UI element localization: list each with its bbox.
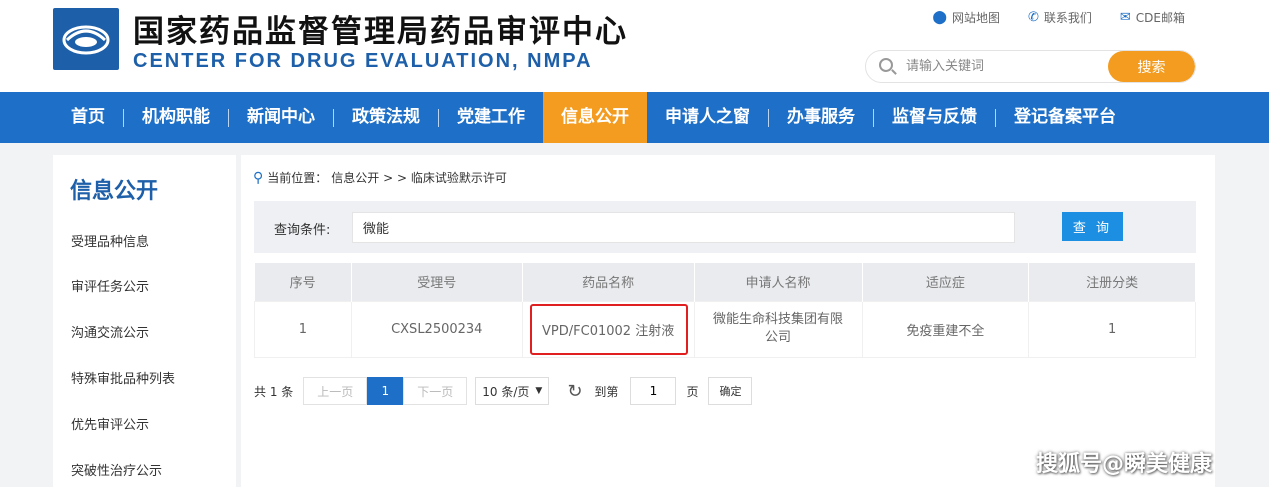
cell-drug-name: VPD/FC01002 注射液 — [521, 300, 695, 358]
cell-acceptance-no: CXSL2500234 — [350, 300, 523, 358]
query-panel: 查询条件: 查 询 — [254, 201, 1196, 253]
site-header: 国家药品监督管理局药品审评中心 CENTER FOR DRUG EVALUATI… — [0, 0, 1269, 92]
breadcrumb: ⚲ 当前位置： 信息公开 > > 临床试验默示许可 — [253, 169, 507, 186]
page-suffix: 页 — [686, 384, 699, 399]
watermark: 搜狐号@瞬美健康 — [1036, 452, 1213, 477]
cell-indication: 免疫重建不全 — [861, 300, 1030, 358]
nav-item-home[interactable]: 首页 — [53, 92, 123, 143]
col-header-applicant: 申请人名称 — [694, 263, 863, 301]
query-label: 查询条件: — [274, 223, 331, 238]
location-pin-icon: ⚲ — [253, 169, 264, 186]
nav-item-services[interactable]: 办事服务 — [769, 92, 873, 143]
applicant-text: 微能生命科技集团有限公司 — [713, 312, 844, 345]
nav-item-applicant[interactable]: 申请人之窗 — [647, 92, 768, 143]
breadcrumb-prefix: 当前位置： — [267, 171, 328, 185]
sidebar-item-review-tasks[interactable]: 审评任务公示 — [71, 276, 149, 295]
query-input[interactable] — [352, 212, 1015, 243]
nav-item-policy[interactable]: 政策法规 — [334, 92, 438, 143]
mail-link[interactable]: ✉ CDE邮箱 — [1120, 9, 1185, 26]
top-links: ⬤ 网站地图 ✆ 联系我们 ✉ CDE邮箱 — [932, 9, 1185, 26]
nav-item-info-disclosure[interactable]: 信息公开 — [543, 92, 647, 143]
main-content: ⚲ 当前位置： 信息公开 > > 临床试验默示许可 查询条件: 查 询 序号 受… — [241, 155, 1215, 487]
contact-link[interactable]: ✆ 联系我们 — [1028, 9, 1092, 26]
cell-index: 1 — [254, 300, 352, 358]
mail-icon: ✉ — [1119, 10, 1131, 25]
mail-link-label: CDE邮箱 — [1135, 11, 1185, 25]
sidebar-item-priority-review[interactable]: 优先审评公示 — [71, 414, 149, 433]
sitemap-link-label: 网站地图 — [951, 11, 1000, 25]
nav-item-feedback[interactable]: 监督与反馈 — [874, 92, 995, 143]
chevron-down-icon: ▼ — [535, 386, 543, 396]
refresh-icon[interactable]: ↻ — [567, 381, 582, 402]
phone-icon: ✆ — [1027, 10, 1039, 25]
pagination: 共 1 条 上一页 1 下一页 10 条/页 ▼ ↻ 到第 页 确定 — [254, 377, 753, 405]
col-header-acceptance-no: 受理号 — [351, 263, 523, 301]
nav-item-news[interactable]: 新闻中心 — [229, 92, 333, 143]
col-header-drug-name: 药品名称 — [522, 263, 695, 301]
col-header-reg-class: 注册分类 — [1028, 263, 1196, 301]
breadcrumb-path[interactable]: 信息公开 > > 临床试验默示许可 — [331, 169, 507, 186]
search-input[interactable] — [906, 51, 1106, 82]
cell-reg-class: 1 — [1028, 300, 1196, 358]
sidebar-item-breakthrough[interactable]: 突破性治疗公示 — [71, 460, 162, 479]
table-row[interactable]: 1 CXSL2500234 VPD/FC01002 注射液 微能生命科技集团有限… — [254, 300, 1196, 358]
logo-emblem-icon — [62, 25, 110, 55]
nav-item-registration[interactable]: 登记备案平台 — [996, 92, 1134, 143]
contact-link-label: 联系我们 — [1043, 11, 1092, 25]
search-button[interactable]: 搜索 — [1108, 51, 1195, 82]
current-page-button[interactable]: 1 — [367, 377, 404, 405]
nav-item-party[interactable]: 党建工作 — [439, 92, 543, 143]
sidebar-item-special-approval[interactable]: 特殊审批品种列表 — [71, 368, 175, 387]
prev-page-button[interactable]: 上一页 — [303, 377, 368, 405]
goto-confirm-button[interactable]: 确定 — [708, 377, 753, 405]
cde-logo[interactable] — [53, 8, 119, 70]
page-size-select[interactable]: 10 条/页 ▼ — [475, 377, 550, 405]
site-title-en: CENTER FOR DRUG EVALUATION, NMPA — [133, 50, 593, 72]
search-icon — [879, 58, 893, 72]
sidebar-title: 信息公开 — [70, 179, 159, 204]
col-header-index: 序号 — [254, 263, 352, 301]
sidebar-item-communication[interactable]: 沟通交流公示 — [71, 322, 149, 341]
search-box: 搜索 — [865, 50, 1196, 83]
location-pin-icon: ⬤ — [932, 10, 947, 25]
goto-label: 到第 — [594, 384, 619, 399]
sidebar-item-accepted-varieties[interactable]: 受理品种信息 — [71, 231, 149, 250]
drug-name-text: VPD/FC01002 注射液 — [542, 323, 675, 339]
col-header-indication: 适应症 — [862, 263, 1030, 301]
cell-applicant: 微能生命科技集团有限公司 — [693, 300, 863, 358]
site-title-cn: 国家药品监督管理局药品审评中心 — [133, 14, 628, 50]
main-nav: 首页 机构职能 新闻中心 政策法规 党建工作 信息公开 申请人之窗 办事服务 监… — [0, 92, 1269, 143]
sitemap-link[interactable]: ⬤ 网站地图 — [932, 9, 1000, 26]
query-button[interactable]: 查 询 — [1062, 212, 1123, 241]
table-header-row: 序号 受理号 药品名称 申请人名称 适应症 注册分类 — [254, 263, 1196, 301]
page-size-value: 10 条/页 — [482, 384, 530, 399]
next-page-button[interactable]: 下一页 — [403, 377, 468, 405]
results-table: 序号 受理号 药品名称 申请人名称 适应症 注册分类 1 CXSL2500234… — [254, 263, 1196, 358]
left-sidebar: 信息公开 受理品种信息 审评任务公示 沟通交流公示 特殊审批品种列表 优先审评公… — [53, 155, 236, 487]
goto-page-input[interactable] — [630, 377, 677, 405]
total-count: 共 1 条 — [254, 384, 294, 399]
nav-item-functions[interactable]: 机构职能 — [124, 92, 228, 143]
